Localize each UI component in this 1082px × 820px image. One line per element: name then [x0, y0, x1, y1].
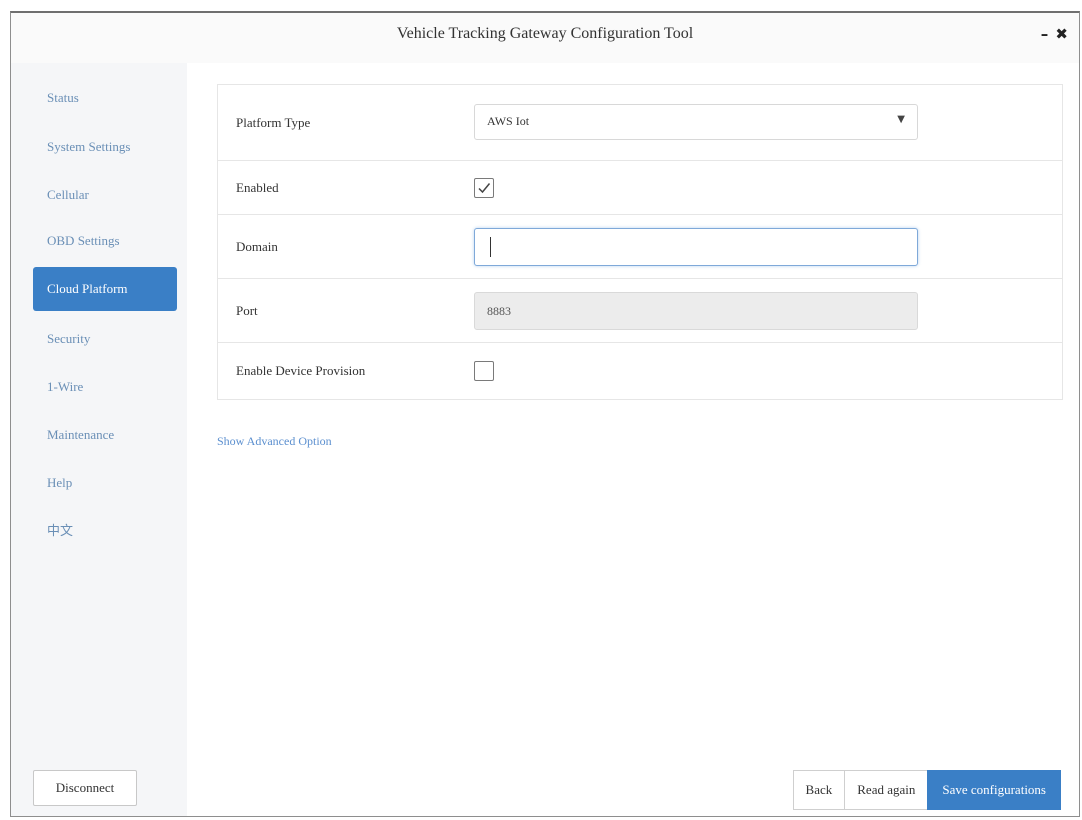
caret-down-icon: ▼ [897, 114, 905, 125]
platform-type-select[interactable]: AWS Iot ▼ [474, 104, 918, 140]
sidebar-item-system-settings[interactable]: System Settings [33, 125, 177, 169]
platform-type-row: Platform Type AWS Iot ▼ [218, 85, 1062, 161]
sidebar-item-maintenance[interactable]: Maintenance [33, 413, 177, 457]
platform-type-label: Platform Type [236, 114, 311, 130]
read-again-button[interactable]: Read again [844, 770, 929, 810]
window-controls: – ✖ [1041, 25, 1069, 43]
enabled-label: Enabled [236, 179, 279, 195]
close-icon[interactable]: ✖ [1055, 25, 1069, 43]
checkmark-icon [478, 182, 491, 193]
device-provision-row: Enable Device Provision [218, 343, 1062, 399]
save-configurations-button[interactable]: Save configurations [927, 770, 1061, 810]
sidebar: Status System Settings Cellular OBD Sett… [11, 63, 187, 816]
sidebar-item-obd-settings[interactable]: OBD Settings [33, 219, 177, 263]
port-row: Port [218, 279, 1062, 343]
minimize-icon[interactable]: – [1041, 25, 1050, 43]
device-provision-label: Enable Device Provision [236, 363, 366, 378]
sidebar-item-status[interactable]: Status [33, 76, 177, 120]
enabled-row: Enabled [218, 161, 1062, 215]
title-bar: Vehicle Tracking Gateway Configuration T… [11, 13, 1079, 64]
sidebar-item-cellular[interactable]: Cellular [33, 173, 177, 217]
enabled-checkbox[interactable] [474, 177, 494, 198]
domain-label: Domain [236, 238, 278, 254]
platform-type-value: AWS Iot [487, 114, 530, 128]
show-advanced-option-link[interactable]: Show Advanced Option [217, 434, 332, 449]
device-provision-checkbox[interactable] [474, 361, 494, 381]
sidebar-item-cloud-platform[interactable]: Cloud Platform [33, 267, 177, 311]
cloud-platform-form: Platform Type AWS Iot ▼ Enabled Domain P… [217, 84, 1063, 400]
sidebar-item-help[interactable]: Help [33, 461, 177, 505]
port-input[interactable] [474, 292, 918, 330]
disconnect-button[interactable]: Disconnect [33, 770, 137, 806]
sidebar-item-security[interactable]: Security [33, 317, 177, 361]
back-button[interactable]: Back [792, 770, 846, 810]
sidebar-item-1-wire[interactable]: 1-Wire [33, 365, 177, 409]
sidebar-item-language[interactable]: 中文 [33, 509, 177, 553]
main-content: Platform Type AWS Iot ▼ Enabled Domain P… [187, 63, 1079, 816]
port-label: Port [236, 302, 258, 318]
domain-input[interactable] [474, 228, 918, 266]
app-window: Vehicle Tracking Gateway Configuration T… [10, 11, 1080, 817]
domain-row: Domain [218, 215, 1062, 279]
action-buttons: Back Read again Save configurations [792, 770, 1061, 810]
text-cursor [490, 237, 491, 257]
window-title: Vehicle Tracking Gateway Configuration T… [396, 25, 694, 42]
